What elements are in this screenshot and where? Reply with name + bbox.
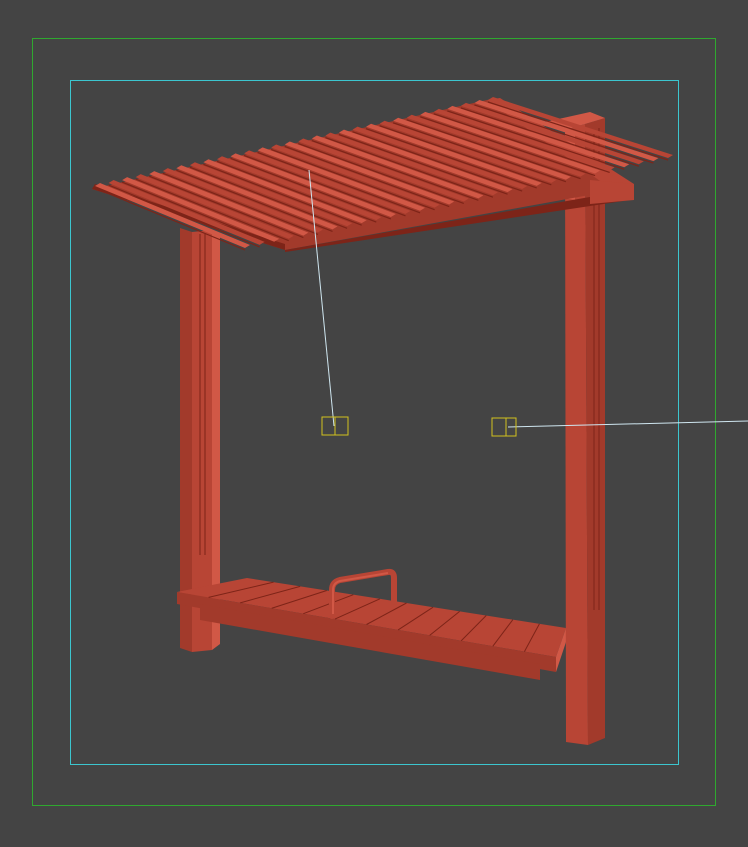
3d-viewport[interactable]	[0, 0, 748, 847]
light-target-helper-1[interactable]	[321, 416, 349, 436]
pergola-bench-model[interactable]	[92, 97, 673, 745]
roof-beam	[590, 180, 634, 204]
target-link-line-2	[507, 420, 748, 428]
scene-canvas[interactable]	[0, 0, 748, 847]
bench[interactable]	[177, 578, 566, 680]
